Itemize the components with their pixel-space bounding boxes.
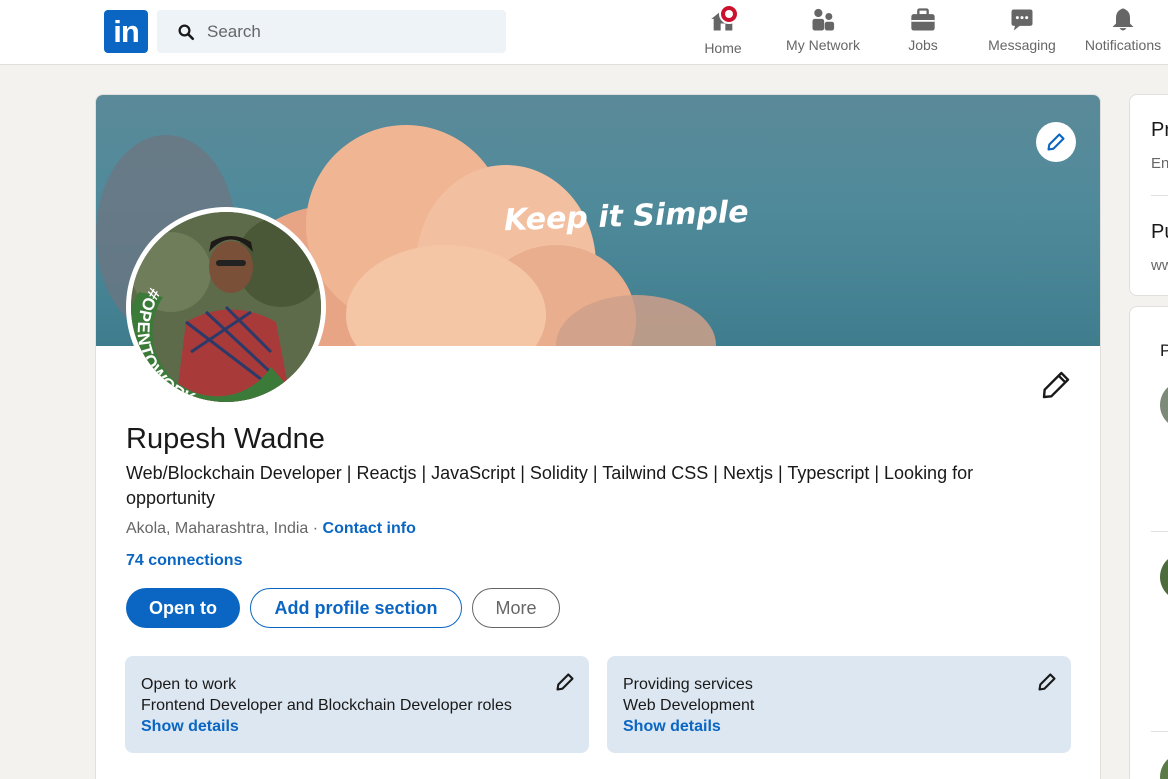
avatar[interactable] [1160,753,1168,779]
profile-language-value: En [1151,155,1168,172]
edit-services-pencil-icon[interactable] [1037,672,1057,692]
profile-language-card: Pr En Pu ww [1129,94,1168,296]
search-bar[interactable] [157,10,506,53]
open-to-work-title: Open to work [141,676,237,693]
linkedin-logo[interactable]: in [104,10,148,53]
nav-my-network-label: My Network [786,37,860,53]
profile-language-title: Pr [1151,119,1168,141]
contact-info-link[interactable]: Contact info [323,520,416,537]
divider [1151,531,1168,532]
nav-home[interactable]: Home [700,4,746,62]
nav-notifications-label: Notifications [1084,37,1162,53]
nav-jobs-label: Jobs [908,37,938,53]
location-separator: · [308,520,323,537]
connections-link[interactable]: 74 connections [126,552,242,570]
profile-location: Akola, Maharashtra, India [126,520,309,537]
banner-text: Keep it Simple [503,194,750,239]
open-to-work-ring: #OPENTOWORK [131,285,291,402]
add-profile-section-button[interactable]: Add profile section [250,588,462,628]
profile-card: Keep it Simple #OPENTOWORK Rupesh Wadne … [95,94,1101,779]
nav-my-network[interactable]: My Network [780,6,866,62]
people-card-title: P [1160,341,1168,361]
location-line: Akola, Maharashtra, India · Contact info [126,520,416,538]
search-input[interactable] [207,21,487,42]
providing-services-box: Providing services Web Development Show … [607,656,1071,753]
nav-jobs[interactable]: Jobs [900,6,946,62]
search-icon [178,24,195,40]
services-show-details[interactable]: Show details [623,716,1055,737]
divider [1151,195,1168,196]
open-to-work-show-details[interactable]: Show details [141,716,573,737]
avatar[interactable] [1160,381,1168,429]
divider [1151,731,1168,732]
profile-avatar[interactable]: #OPENTOWORK [126,207,326,407]
nav-messaging[interactable]: Messaging [982,6,1062,62]
top-navigation-bar: in Home My Network Jobs Messaging Notifi… [0,0,1168,65]
avatar[interactable] [1160,553,1168,601]
open-to-work-roles: Frontend Developer and Blockchain Develo… [141,697,512,714]
profile-photo: #OPENTOWORK [131,212,321,402]
edit-open-to-work-pencil-icon[interactable] [555,672,575,692]
profile-headline: Web/Blockchain Developer | Reactjs | Jav… [126,463,974,508]
network-icon [812,8,835,31]
messaging-icon [1011,9,1033,31]
services-desc: Web Development [623,697,755,714]
open-to-work-box: Open to work Frontend Developer and Bloc… [125,656,589,753]
edit-banner-button[interactable] [1036,122,1076,162]
nav-notifications[interactable]: Notifications [1078,6,1168,62]
more-button[interactable]: More [472,588,560,628]
open-to-button[interactable]: Open to [126,588,240,628]
notification-badge [719,4,739,24]
nav-home-label: Home [704,40,742,56]
services-title: Providing services [623,676,753,693]
nav-messaging-label: Messaging [988,37,1056,53]
edit-profile-pencil-icon[interactable] [1040,369,1072,401]
briefcase-icon [911,8,935,31]
public-profile-url[interactable]: ww [1151,257,1168,274]
profile-name: Rupesh Wadne [126,423,325,455]
bell-icon [1112,8,1134,31]
people-also-viewed-card: P [1129,306,1168,779]
public-profile-title[interactable]: Pu [1151,221,1168,244]
pencil-icon [1047,133,1065,151]
